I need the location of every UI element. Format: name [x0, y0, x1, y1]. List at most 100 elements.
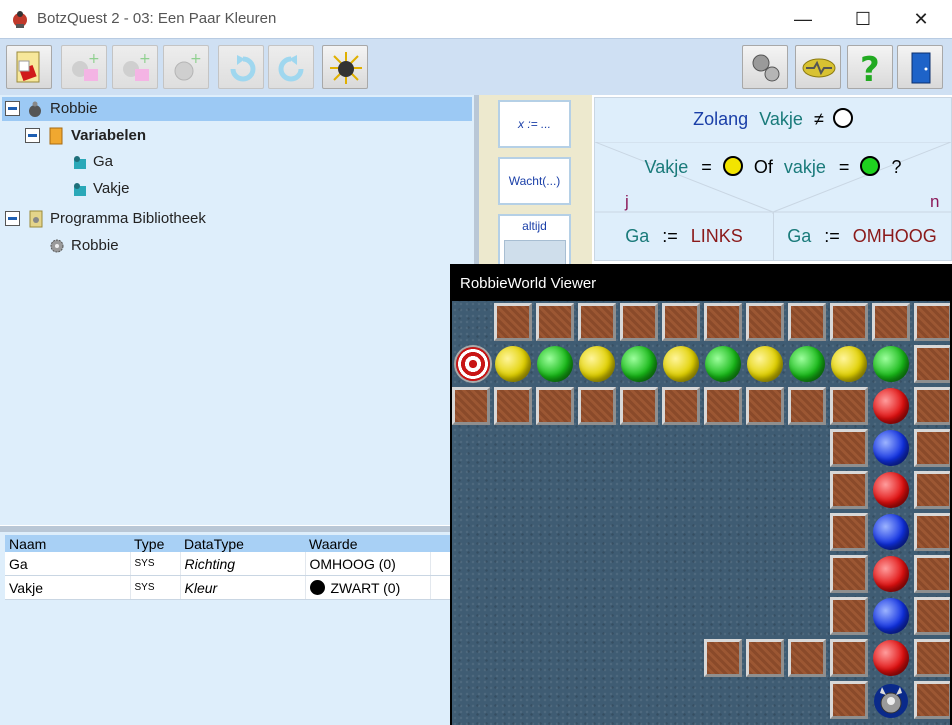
- robbieworld-viewer[interactable]: RobbieWorld Viewer: [450, 264, 952, 725]
- wall-tile: [788, 387, 826, 425]
- green-ball: [789, 346, 825, 382]
- new-program-button[interactable]: [6, 45, 52, 89]
- while-block[interactable]: Zolang Vakje ≠ Vakje = Of vakje = ? j n …: [594, 97, 952, 261]
- tree-item-vakje[interactable]: Vakje: [68, 177, 268, 201]
- tree-item-variabelen[interactable]: Variabelen: [22, 124, 322, 148]
- wall-tile: [746, 387, 784, 425]
- collapse-icon[interactable]: [5, 211, 20, 226]
- wall-tile: [452, 387, 490, 425]
- tree-item-ga[interactable]: Ga: [68, 150, 268, 174]
- yellow-ball: [495, 346, 531, 382]
- table-row[interactable]: Vakje SYS Kleur ZWART (0): [5, 575, 471, 600]
- column-header-type[interactable]: Type: [130, 535, 180, 552]
- chip-button[interactable]: [795, 45, 841, 89]
- add-subprogram-icon: +: [123, 51, 151, 81]
- exit-button[interactable]: [897, 45, 943, 89]
- wall-tile: [704, 387, 742, 425]
- minimize-button[interactable]: —: [780, 4, 826, 34]
- chip-icon: [802, 58, 836, 78]
- wall-tile: [914, 387, 950, 425]
- undo-button[interactable]: [218, 45, 264, 89]
- gear-icon: [50, 239, 64, 253]
- cell-waarde-color: ZWART (0): [305, 575, 431, 600]
- cell-type: SYS: [130, 552, 181, 576]
- wall-tile: [830, 513, 868, 551]
- wall-tile: [830, 303, 868, 341]
- program-tree: Robbie Variabelen Ga Vakje Programma Bib…: [0, 95, 474, 525]
- wall-tile: [914, 555, 950, 593]
- cell-waarde: OMHOOG (0): [305, 552, 431, 576]
- add-gear-icon: +: [174, 51, 202, 81]
- wall-tile: [914, 513, 950, 551]
- table-header-row: Naam Type DataType Waarde: [5, 535, 470, 552]
- maximize-button[interactable]: ☐: [840, 4, 886, 34]
- wall-tile: [578, 387, 616, 425]
- help-icon: ?: [860, 50, 880, 87]
- wall-tile: [704, 639, 742, 677]
- wait-block[interactable]: Wacht(...): [498, 157, 571, 205]
- add-library-button[interactable]: +: [163, 45, 209, 89]
- wall-tile: [830, 681, 868, 719]
- red-ball: [873, 388, 909, 424]
- tree-item-library-robbie[interactable]: Robbie: [46, 234, 246, 258]
- wall-tile: [746, 303, 784, 341]
- add-subprogram-button[interactable]: +: [112, 45, 158, 89]
- while-header: Zolang Vakje ≠: [595, 108, 951, 130]
- if-condition[interactable]: Vakje = Of vakje = ?: [595, 156, 951, 178]
- svg-text:?: ?: [860, 50, 880, 87]
- wall-tile: [914, 303, 950, 341]
- close-button[interactable]: ✕: [898, 4, 944, 34]
- green-ball: [705, 346, 741, 382]
- settings-button[interactable]: [742, 45, 788, 89]
- cell-datatype: Kleur: [180, 575, 306, 600]
- world-grid: [452, 301, 950, 725]
- table-row[interactable]: Ga SYS Richting OMHOOG (0): [5, 552, 471, 576]
- wall-tile: [788, 303, 826, 341]
- tree-item-library[interactable]: Programma Bibliotheek: [2, 207, 302, 231]
- cell-naam: Ga: [5, 552, 131, 576]
- run-button[interactable]: [322, 45, 368, 89]
- column-header-datatype[interactable]: DataType: [180, 535, 305, 552]
- redo-button[interactable]: [268, 45, 314, 89]
- wall-tile: [914, 471, 950, 509]
- column-header-naam[interactable]: Naam: [5, 535, 130, 552]
- always-block[interactable]: altijd: [498, 214, 571, 269]
- color-white-swatch: [832, 108, 853, 128]
- branch-yes-label: j: [625, 192, 629, 211]
- wall-tile: [830, 429, 868, 467]
- wall-tile: [830, 387, 868, 425]
- wall-tile: [914, 639, 950, 677]
- wall-tile: [914, 429, 950, 467]
- color-green-swatch: [860, 156, 881, 176]
- yellow-ball: [831, 346, 867, 382]
- wall-tile: [872, 303, 910, 341]
- svg-text:+: +: [88, 51, 100, 67]
- color-swatch: [309, 579, 325, 595]
- collapse-icon[interactable]: [25, 128, 40, 143]
- help-button[interactable]: ?: [847, 45, 893, 89]
- wall-tile: [914, 345, 950, 383]
- window-title: BotzQuest 2 - 03: Een Paar Kleuren: [37, 10, 277, 27]
- assign-block[interactable]: x := ...: [498, 100, 571, 148]
- cell-type: SYS: [130, 575, 181, 600]
- collapse-icon[interactable]: [5, 101, 20, 116]
- wall-tile: [830, 555, 868, 593]
- wall-tile: [662, 387, 700, 425]
- variable-icon: [74, 183, 86, 196]
- undo-icon: [230, 55, 256, 82]
- assign-right-statement[interactable]: Ga := OMHOOG: [773, 226, 951, 247]
- yellow-ball: [747, 346, 783, 382]
- yellow-ball: [663, 346, 699, 382]
- title-bar: BotzQuest 2 - 03: Een Paar Kleuren — ☐ ✕: [0, 0, 952, 38]
- column-header-waarde[interactable]: Waarde: [305, 535, 430, 552]
- add-variable-button[interactable]: +: [61, 45, 107, 89]
- wall-tile: [620, 387, 658, 425]
- wall-tile: [536, 303, 574, 341]
- command-palette: x := ... Wacht(...) altijd: [479, 95, 592, 269]
- assign-left-statement[interactable]: Ga := LINKS: [595, 226, 773, 247]
- folder-icon: [49, 127, 63, 145]
- variable-icon: [74, 156, 86, 169]
- tree-item-robbie[interactable]: Robbie: [2, 97, 472, 121]
- svg-text:+: +: [139, 51, 151, 67]
- wall-tile: [746, 639, 784, 677]
